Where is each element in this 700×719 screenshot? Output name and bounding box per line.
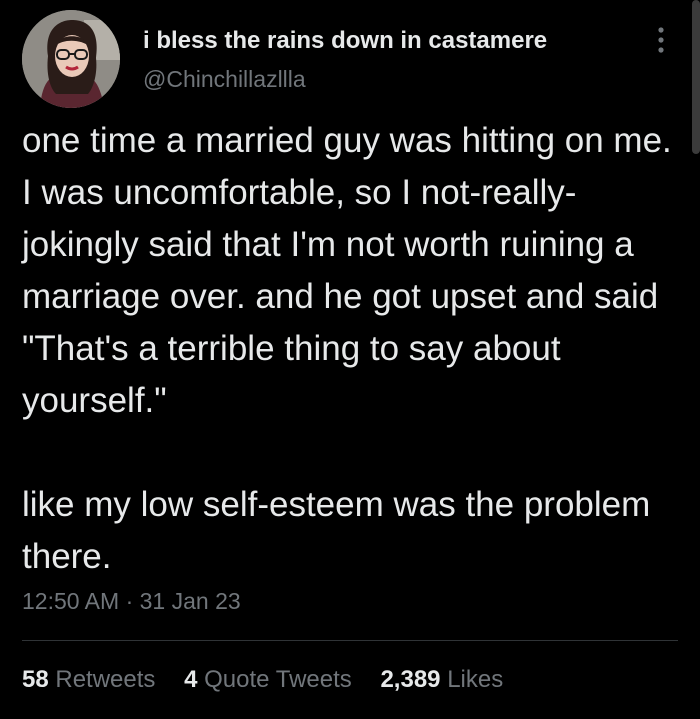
tweet-time: 12:50 AM [22,588,120,614]
divider [22,640,678,641]
tweet-date: 31 Jan 23 [139,588,241,614]
quote-tweets-label: Quote Tweets [204,666,352,693]
tweet-paragraph: like my low self-esteem was the problem … [22,485,651,576]
likes-stat[interactable]: 2,389 Likes [380,666,503,693]
retweets-count: 58 [22,666,49,693]
tweet-paragraph: one time a married guy was hitting on me… [22,121,672,420]
more-vertical-icon [658,27,664,53]
more-options-button[interactable] [650,22,672,58]
avatar[interactable] [22,10,120,108]
retweets-label: Retweets [55,666,156,693]
likes-count: 2,389 [380,666,441,693]
engagement-stats: 58 Retweets 4 Quote Tweets 2,389 Likes [22,666,525,694]
meta-separator: · [125,588,134,614]
tweet-text: one time a married guy was hitting on me… [22,115,682,583]
tweet-card: i bless the rains down in castamere @Chi… [0,0,700,719]
profile-photo-icon [22,10,120,108]
author-display-name[interactable]: i bless the rains down in castamere [143,27,547,55]
quote-tweets-count: 4 [184,666,198,693]
author-handle[interactable]: @Chinchillazllla [143,66,306,93]
quote-tweets-stat[interactable]: 4 Quote Tweets [184,666,358,693]
retweets-stat[interactable]: 58 Retweets [22,666,162,693]
tweet-timestamp[interactable]: 12:50 AM · 31 Jan 23 [22,588,241,615]
likes-label: Likes [447,666,504,693]
scrollbar-thumb[interactable] [692,0,700,154]
